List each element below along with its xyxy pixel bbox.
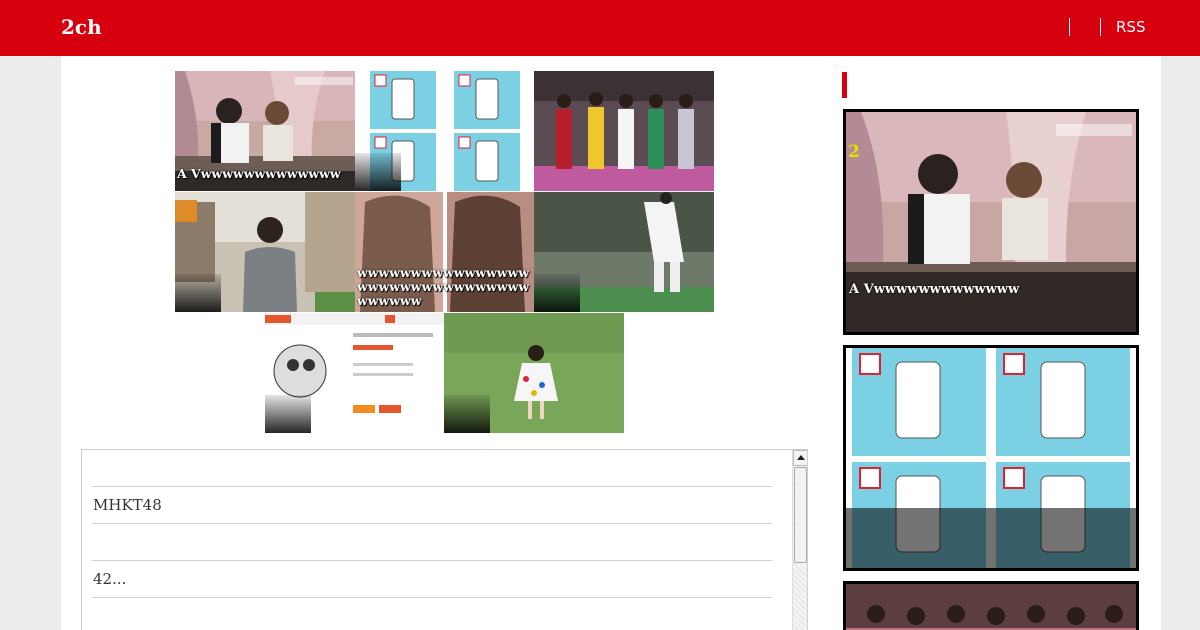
thumbnail-shade	[175, 274, 221, 312]
rank-number: 2	[848, 142, 860, 162]
thumbnail-link[interactable]	[534, 192, 714, 312]
nav-divider	[1069, 18, 1070, 36]
sidebar-card[interactable]	[843, 581, 1139, 630]
thumbnail-shade	[534, 274, 580, 312]
thumbnail-image	[534, 71, 714, 191]
thumbnail-link[interactable]: A Vwwwwwwwwwwwww	[175, 71, 355, 191]
scroll-up-arrow-icon[interactable]	[793, 450, 807, 466]
sidebar-heading-accent	[842, 72, 847, 98]
thumbnail-shade	[444, 395, 490, 433]
article-list[interactable]: MHKT48 42...	[81, 449, 808, 630]
thumbnail-shade	[265, 395, 311, 433]
site-header: 2ch RSS	[0, 0, 1200, 56]
sidebar-card-image	[846, 584, 1136, 630]
sidebar-card-caption: A Vwwwwwwwwwwwww	[849, 282, 1020, 297]
nav-divider	[1100, 18, 1101, 36]
thumbnail-shade	[355, 153, 401, 191]
thumbnail-link[interactable]	[534, 71, 714, 191]
list-item[interactable]	[92, 450, 772, 487]
list-scrollbar[interactable]	[792, 450, 807, 630]
scroll-thumb[interactable]	[794, 467, 807, 563]
sidebar-card[interactable]: 2 A Vwwwwwwwwwwwww	[843, 109, 1139, 335]
list-item[interactable]	[92, 598, 772, 630]
thumbnail-caption: A Vwwwwwwwwwwwww	[177, 166, 341, 181]
sidebar-card-shade	[846, 508, 1136, 568]
sidebar-card-shade	[846, 272, 1136, 332]
thumbnail-link[interactable]	[444, 313, 624, 433]
thumbnail-link[interactable]	[175, 192, 355, 312]
sidebar-card[interactable]	[843, 345, 1139, 571]
thumbnail-link[interactable]: wwwwwwwwwwwwwwwwwwwwwwwwwwwwwwwwwwwwww	[355, 192, 535, 312]
thumbnail-caption: wwwwwwwwwwwwwwwwwwwwwwwwwwwwwwwwwwwwww	[357, 265, 530, 308]
site-logo-link[interactable]: 2ch	[61, 15, 102, 39]
thumbnail-link[interactable]	[265, 313, 445, 433]
list-item[interactable]: MHKT48	[92, 487, 772, 524]
rss-link[interactable]: RSS	[1116, 18, 1145, 36]
list-item[interactable]	[92, 524, 772, 561]
thumbnail-link[interactable]	[355, 71, 535, 191]
list-item[interactable]: 42...	[92, 561, 772, 598]
